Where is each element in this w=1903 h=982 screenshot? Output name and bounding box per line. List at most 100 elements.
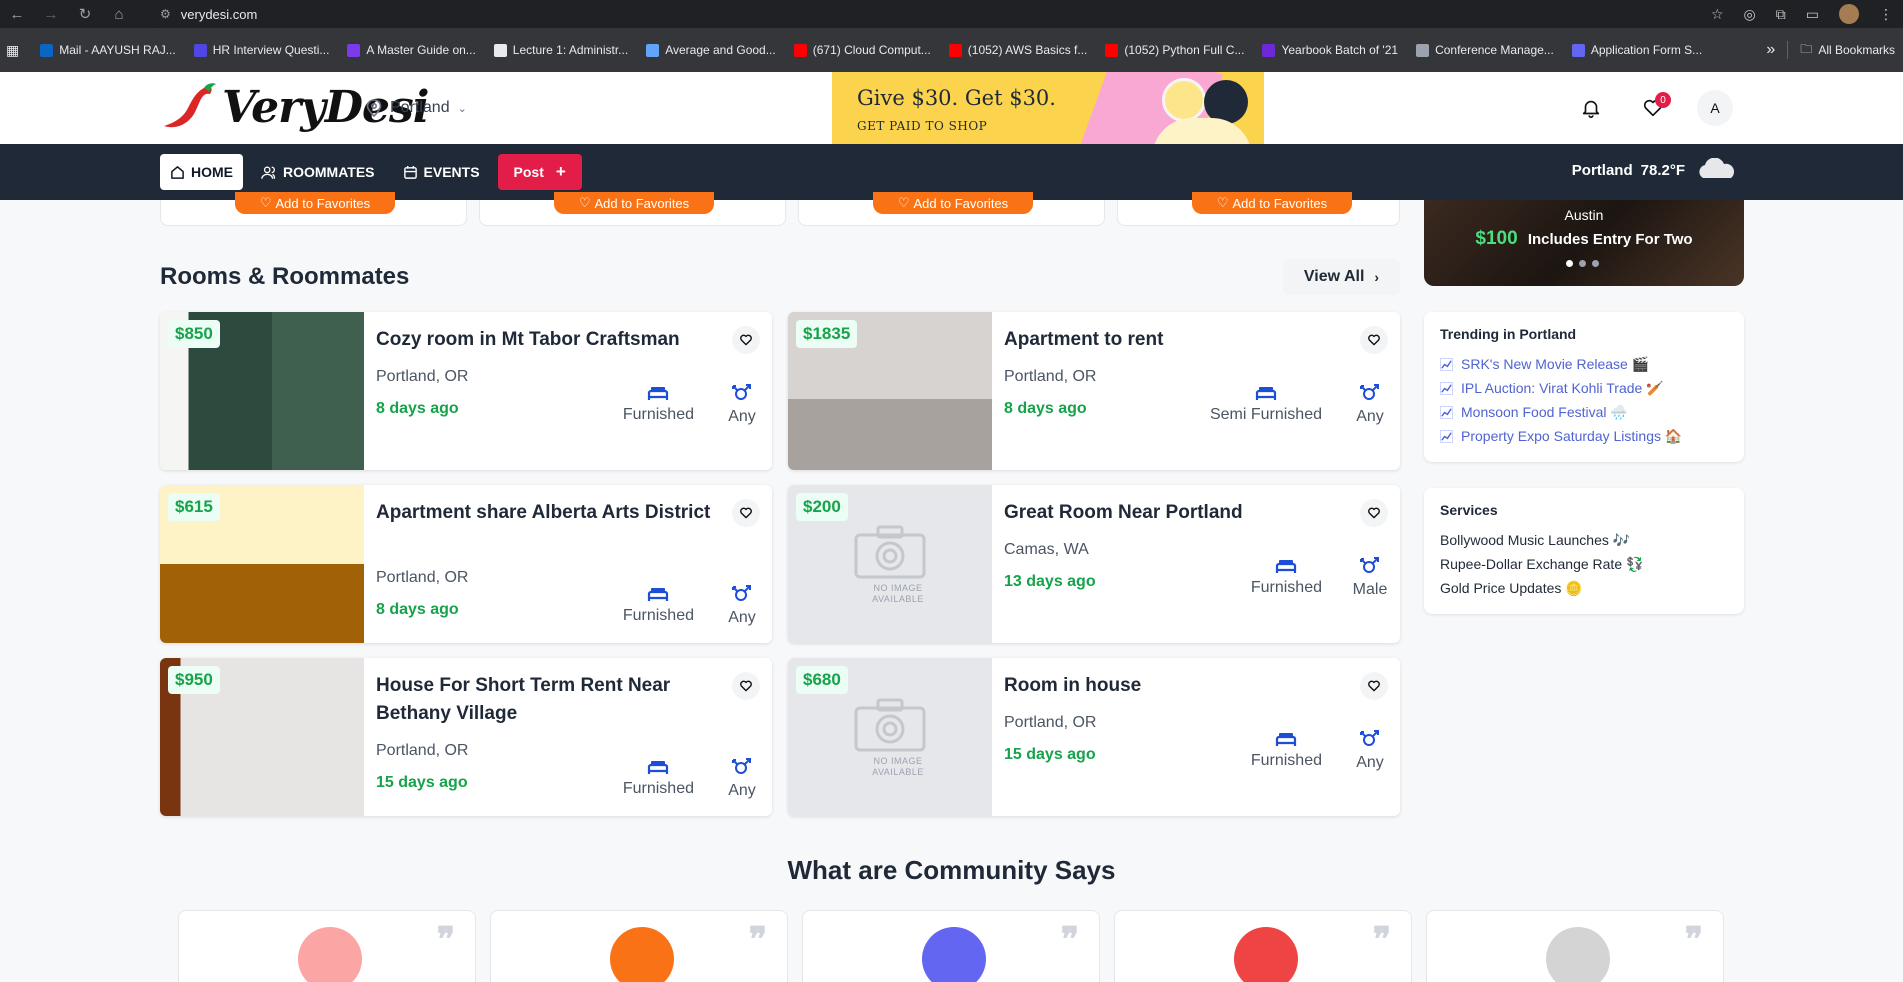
trending-item[interactable]: SRK's New Movie Release 🎬 [1440,352,1728,376]
extension-icon[interactable]: ◎ [1744,6,1756,23]
back-icon[interactable]: ← [0,0,34,28]
favorites-button[interactable]: 0 [1635,90,1671,126]
bookmark-item[interactable]: A Master Guide on... [338,43,484,57]
profile-avatar[interactable] [1839,4,1859,24]
room-card[interactable]: NO IMAGE AVAILABLE $200 Great Room Near P… [788,485,1400,643]
room-image[interactable]: $615 [160,485,364,643]
event-promo-carousel[interactable]: Austin $100 Includes Entry For Two [1424,200,1744,286]
nav-home[interactable]: HOME [160,154,243,190]
bookmark-favicon-icon [793,43,807,57]
notifications-button[interactable] [1573,90,1609,126]
chart-up-icon [1440,357,1453,371]
bookmark-item[interactable]: Average and Good... [637,43,785,57]
bookmark-item[interactable]: (1052) Python Full C... [1096,43,1253,57]
bookmark-item[interactable]: HR Interview Questi... [185,43,339,57]
gender-label: Any [1356,408,1384,425]
star-icon[interactable]: ☆ [1711,6,1724,23]
testimonial-avatar [298,927,362,982]
plus-icon: + [555,162,566,181]
room-title[interactable]: Apartment share Alberta Arts District [376,499,716,527]
service-item[interactable]: Gold Price Updates 🪙 [1440,576,1728,600]
room-image[interactable]: NO IMAGE AVAILABLE $200 [788,485,992,643]
add-to-favorites-button[interactable]: ♡ Add to Favorites [554,192,714,214]
service-item[interactable]: Bollywood Music Launches 🎶 [1440,528,1728,552]
trending-item[interactable]: Monsoon Food Festival 🌧️ [1440,400,1728,424]
room-image[interactable]: $950 [160,658,364,816]
home-icon[interactable]: ⌂ [102,0,136,28]
trending-item[interactable]: IPL Auction: Virat Kohli Trade 🏏 [1440,376,1728,400]
room-title[interactable]: Great Room Near Portland [1004,499,1344,527]
post-button[interactable]: Post + [497,154,582,190]
room-image[interactable]: $1835 [788,312,992,470]
bookmark-favicon-icon [193,43,207,57]
room-title[interactable]: House For Short Term Rent Near Bethany V… [376,672,716,728]
bookmark-item[interactable]: Lecture 1: Administr... [485,43,637,57]
room-card[interactable]: $950 House For Short Term Rent Near Beth… [160,658,772,816]
all-bookmarks-button[interactable]: 🗀 All Bookmarks [1800,40,1895,61]
listing-card-bottom: ♡ Add to Favorites [479,192,786,226]
room-title[interactable]: Room in house [1004,672,1344,700]
carousel-dot[interactable] [1579,260,1586,267]
room-image[interactable]: NO IMAGE AVAILABLE $680 [788,658,992,816]
location-selector[interactable]: Portland ⌄ [366,99,467,117]
favorite-toggle[interactable] [1360,672,1388,700]
user-avatar[interactable]: A [1697,90,1733,126]
room-posted-date: 8 days ago [376,400,459,417]
browser-toolbar: ← → ↻ ⌂ ⚙ verydesi.com ☆ ◎ ⧉ ▭ ⋮ [0,0,1903,28]
post-label: Post [513,164,544,180]
nav-events[interactable]: EVENTS [393,154,490,190]
add-to-favorites-button[interactable]: ♡ Add to Favorites [1192,192,1352,214]
carousel-dot[interactable] [1566,260,1573,267]
bookmark-favicon-icon [1105,43,1119,57]
address-bar[interactable]: ⚙ verydesi.com [148,1,1708,27]
bookmark-item[interactable]: Application Form S... [1563,43,1711,57]
room-card[interactable]: $850 Cozy room in Mt Tabor Craftsman Por… [160,312,772,470]
chart-up-icon [1440,405,1453,419]
url-text: verydesi.com [180,6,258,22]
tab-search-icon[interactable]: ▭ [1806,6,1819,23]
quote-icon: ❞ [1372,920,1391,960]
room-title[interactable]: Cozy room in Mt Tabor Craftsman [376,326,716,354]
favorite-toggle[interactable] [1360,326,1388,354]
carousel-dot[interactable] [1592,260,1599,267]
bookmark-item[interactable]: Yearbook Batch of '21 [1253,43,1407,57]
room-card[interactable]: $1835 Apartment to rent Portland, OR 8 d… [788,312,1400,470]
room-title[interactable]: Apartment to rent [1004,326,1344,354]
favorite-toggle[interactable] [732,326,760,354]
apps-icon[interactable]: ▦ [6,42,19,59]
room-card[interactable]: NO IMAGE AVAILABLE $680 Room in house Por… [788,658,1400,816]
favorites-count-badge: 0 [1655,92,1671,108]
site-settings-icon[interactable]: ⚙ [160,7,171,21]
menu-icon[interactable]: ⋮ [1879,6,1893,23]
bookmark-item[interactable]: Mail - AAYUSH RAJ... [31,43,184,57]
puzzle-icon[interactable]: ⧉ [1776,6,1786,23]
bookmark-item[interactable]: (671) Cloud Comput... [785,43,940,57]
camera-icon [854,525,926,579]
forward-icon[interactable]: → [34,0,68,28]
favorite-toggle[interactable] [1360,499,1388,527]
favorite-toggle[interactable] [732,499,760,527]
ad-banner[interactable]: Give $30. Get $30. GET PAID TO SHOP [832,72,1264,144]
bookmark-favicon-icon [1262,43,1276,57]
trending-item[interactable]: Property Expo Saturday Listings 🏠 [1440,424,1728,448]
service-item[interactable]: Rupee-Dollar Exchange Rate 💱 [1440,552,1728,576]
bookmark-item[interactable]: Conference Manage... [1407,43,1563,57]
bookmark-item[interactable]: (1052) AWS Basics f... [940,43,1097,57]
listing-card-bottom: ♡ Add to Favorites [798,192,1105,226]
add-to-favorites-button[interactable]: ♡ Add to Favorites [235,192,395,214]
favorite-toggle[interactable] [732,672,760,700]
room-image[interactable]: $850 [160,312,364,470]
bookmark-label: (671) Cloud Comput... [812,43,931,57]
room-card[interactable]: $615 Apartment share Alberta Arts Distri… [160,485,772,643]
more-bookmarks-button[interactable]: » [1766,41,1775,59]
bookmark-favicon-icon [948,43,962,57]
no-image-text: NO IMAGE [873,756,923,766]
reload-icon[interactable]: ↻ [68,0,102,28]
view-all-button[interactable]: View All › [1283,259,1400,295]
add-to-favorites-button[interactable]: ♡ Add to Favorites [873,192,1033,214]
weather-city: Portland [1571,161,1633,179]
heart-icon: ♡ [259,195,272,210]
add-to-favorites-label: Add to Favorites [594,195,690,211]
nav-roommates[interactable]: ROOMMATES [251,154,385,190]
chart-up-icon [1440,381,1453,395]
